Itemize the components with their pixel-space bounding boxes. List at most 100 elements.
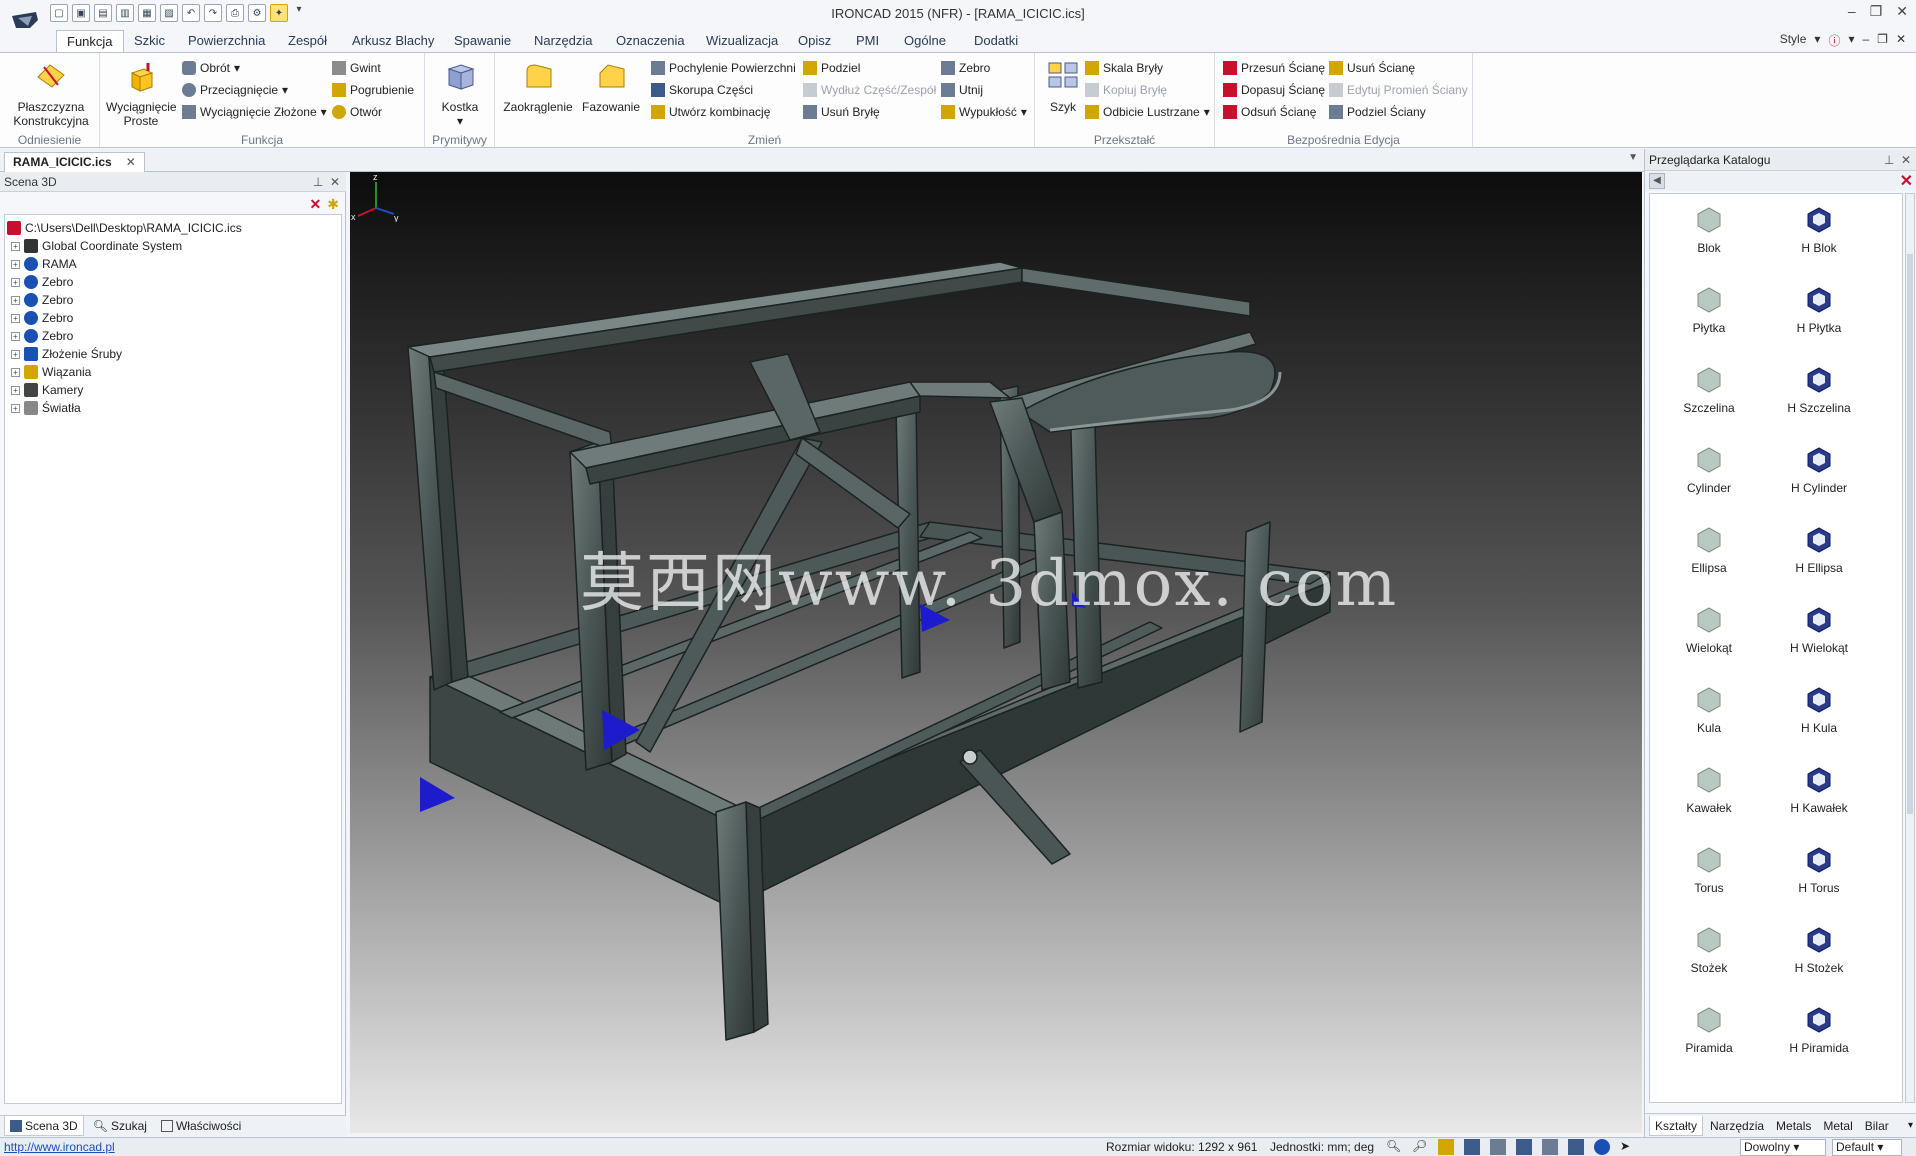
- catalog-item[interactable]: H Szczelina: [1764, 360, 1874, 430]
- catalog-item[interactable]: Cylinder: [1654, 440, 1764, 510]
- tab-properties[interactable]: Właściwości: [156, 1116, 246, 1136]
- pattern-button[interactable]: Szyk: [1041, 59, 1085, 114]
- thread-button[interactable]: Gwint: [332, 59, 381, 77]
- thicken-button[interactable]: Pogrubienie: [332, 81, 414, 99]
- pin-icon[interactable]: ⊥: [313, 175, 323, 189]
- rib-button[interactable]: Zebro: [941, 59, 990, 77]
- tab-arkusz-blachy[interactable]: Arkusz Blachy: [342, 30, 444, 52]
- scene-render[interactable]: [350, 172, 1642, 1133]
- tree-item[interactable]: + Zebro: [11, 273, 73, 291]
- catalog-item[interactable]: Stożek: [1654, 920, 1764, 990]
- match-face-button[interactable]: Dopasuj Ścianę: [1223, 81, 1325, 99]
- catalog-item[interactable]: Wielokąt: [1654, 600, 1764, 670]
- catalog-item[interactable]: Piramida: [1654, 1000, 1764, 1070]
- combine-button[interactable]: Utwórz kombinację: [651, 103, 770, 121]
- split-face-button[interactable]: Podziel Ściany: [1329, 103, 1426, 121]
- shading-icon[interactable]: [1542, 1139, 1558, 1155]
- tab-opisz[interactable]: Opisz: [788, 30, 841, 52]
- catalog-item[interactable]: Płytka: [1654, 280, 1764, 350]
- render-mode-icon[interactable]: [1516, 1139, 1532, 1155]
- tab-wizualizacja[interactable]: Wizualizacja: [696, 30, 788, 52]
- tab-search[interactable]: 🔍︎ Szukaj: [88, 1116, 152, 1136]
- tab-oznaczenia[interactable]: Oznaczenia: [606, 30, 695, 52]
- expand-icon[interactable]: +: [11, 259, 20, 269]
- tab-ksztalty[interactable]: Kształty: [1649, 1115, 1704, 1136]
- chamfer-button[interactable]: Fazowanie: [579, 59, 643, 114]
- catalog-item[interactable]: Szczelina: [1654, 360, 1764, 430]
- document-tab-close-icon[interactable]: ✕: [126, 153, 136, 172]
- display-icon[interactable]: [1568, 1139, 1584, 1155]
- extend-button[interactable]: Wydłuż Część/Zespół: [803, 81, 936, 99]
- expand-icon[interactable]: +: [11, 331, 20, 341]
- document-list-chevron-icon[interactable]: ▼: [1628, 152, 1638, 163]
- tab-pmi[interactable]: PMI: [846, 30, 889, 52]
- catalog-close-icon[interactable]: ✕: [1901, 153, 1911, 167]
- scene-panel-close-icon[interactable]: ✕: [330, 175, 340, 189]
- tab-scene3d[interactable]: Scena 3D: [4, 1116, 84, 1136]
- document-tab[interactable]: RAMA_ICICIC.ics ✕: [4, 152, 145, 172]
- delete-icon[interactable]: ✕: [310, 196, 322, 213]
- catalog-scroll-thumb[interactable]: [1907, 254, 1913, 814]
- viewport-3d[interactable]: 莫西网www. 3dmox. com z x y: [350, 172, 1642, 1133]
- catalog-item[interactable]: H Piramida: [1764, 1000, 1874, 1070]
- expand-icon[interactable]: +: [11, 241, 20, 251]
- tree-item[interactable]: + Kamery: [11, 381, 83, 399]
- tab-zespol[interactable]: Zespół: [278, 30, 337, 52]
- fillet-button[interactable]: Zaokrąglenie: [501, 59, 575, 114]
- camera-icon[interactable]: [1490, 1139, 1506, 1155]
- mdi-restore-icon[interactable]: ❐: [1877, 32, 1888, 49]
- style-dropdown[interactable]: Style: [1780, 32, 1807, 49]
- minimize-button[interactable]: –: [1848, 3, 1856, 20]
- view-orient-icon[interactable]: [1464, 1139, 1480, 1155]
- back-arrow-icon[interactable]: ◀: [1649, 173, 1665, 189]
- catalog-item[interactable]: Kawałek: [1654, 760, 1764, 830]
- maximize-button[interactable]: ❐: [1870, 3, 1883, 20]
- cube-button[interactable]: Kostka ▾: [431, 59, 489, 128]
- expand-icon[interactable]: +: [11, 349, 20, 359]
- tree-item[interactable]: + Wiązania: [11, 363, 91, 381]
- hole-button[interactable]: Otwór: [332, 103, 382, 121]
- tab-narzedzia-catalog[interactable]: Narzędzia: [1705, 1116, 1769, 1136]
- expand-icon[interactable]: +: [11, 403, 20, 413]
- selection-filter-select[interactable]: Dowolny ▾: [1740, 1139, 1826, 1156]
- expand-icon[interactable]: +: [11, 385, 20, 395]
- catalog-item[interactable]: H Kula: [1764, 680, 1874, 750]
- trim-button[interactable]: Utnij: [941, 81, 983, 99]
- tab-metal[interactable]: Metal: [1818, 1116, 1857, 1136]
- loft-button[interactable]: Wyciągnięcie Złożone ▾: [182, 103, 327, 121]
- tree-item[interactable]: + Zebro: [11, 309, 73, 327]
- catalog-scrollbar[interactable]: [1905, 193, 1915, 1103]
- tree-item[interactable]: + Światła: [11, 399, 81, 417]
- tree-item[interactable]: + Złożenie Śruby: [11, 345, 122, 363]
- catalog-item[interactable]: H Blok: [1764, 200, 1874, 270]
- catalog-pin-icon[interactable]: ⊥: [1884, 153, 1894, 167]
- offset-face-button[interactable]: Odsuń Ścianę: [1223, 103, 1316, 121]
- tree-item[interactable]: + Zebro: [11, 291, 73, 309]
- style-chevron-icon[interactable]: ▾: [1814, 32, 1820, 49]
- construction-plane-button[interactable]: Płaszczyzna Konstrukcyjna: [8, 59, 94, 128]
- delete-face-button[interactable]: Usuń Ścianę: [1329, 59, 1415, 77]
- extrude-button[interactable]: Wyciągnięcie Proste: [106, 59, 177, 128]
- expand-icon[interactable]: +: [11, 313, 20, 323]
- help-chevron-icon[interactable]: ▾: [1848, 32, 1854, 49]
- tree-item[interactable]: + RAMA: [11, 255, 77, 273]
- tree-item[interactable]: + Zebro: [11, 327, 73, 345]
- help-icon[interactable]: ⓘ: [1828, 32, 1840, 49]
- catalog-item[interactable]: Kula: [1654, 680, 1764, 750]
- catalog-item[interactable]: H Cylinder: [1764, 440, 1874, 510]
- shell-button[interactable]: Skorupa Części: [651, 81, 753, 99]
- expand-icon[interactable]: +: [11, 367, 20, 377]
- zoom-icon[interactable]: 🔍︎: [1386, 1139, 1402, 1155]
- tab-metals[interactable]: Metals: [1771, 1116, 1816, 1136]
- expand-icon[interactable]: +: [11, 277, 20, 287]
- move-face-button[interactable]: Przesuń Ścianę: [1223, 59, 1325, 77]
- tab-spawanie[interactable]: Spawanie: [444, 30, 521, 52]
- expand-icon[interactable]: +: [11, 295, 20, 305]
- catalog-tabs-chevron-icon[interactable]: ▾: [1908, 1120, 1913, 1131]
- catalog-item[interactable]: H Torus: [1764, 840, 1874, 910]
- catalog-item[interactable]: Ellipsa: [1654, 520, 1764, 590]
- catalog-remove-icon[interactable]: ✕: [1900, 171, 1913, 191]
- tab-ogolne[interactable]: Ogólne: [894, 30, 956, 52]
- scale-body-button[interactable]: Skala Bryły: [1085, 59, 1163, 77]
- tab-powierzchnia[interactable]: Powierzchnia: [178, 30, 275, 52]
